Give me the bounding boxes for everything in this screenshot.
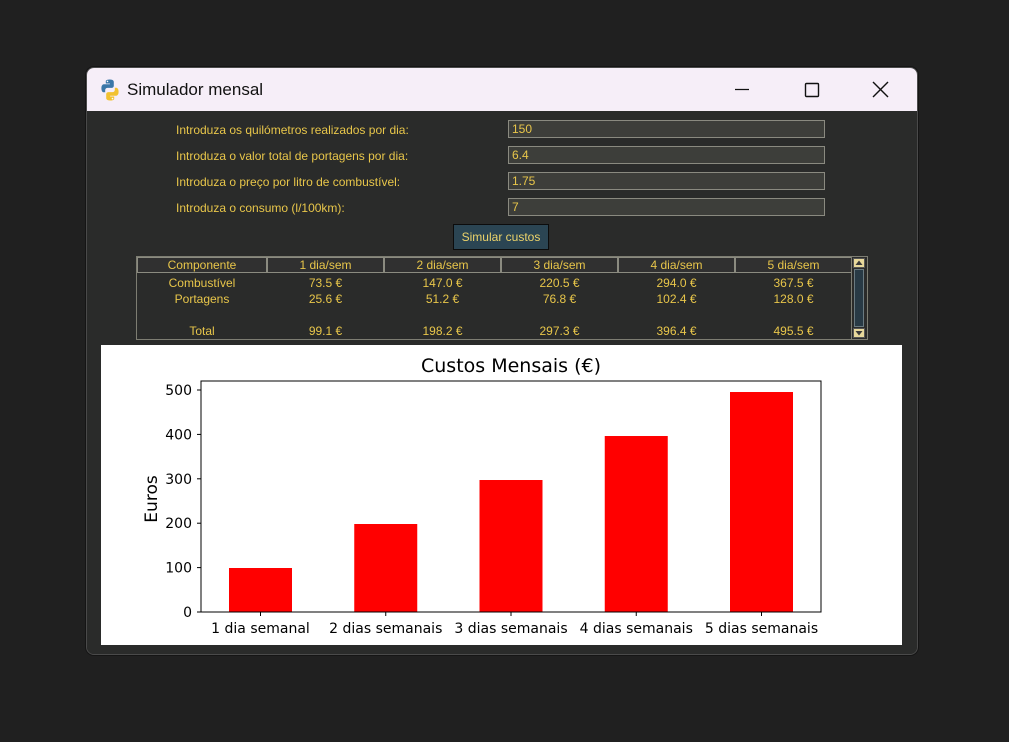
table-cell: 51.2 € xyxy=(425,292,460,306)
header-3-days[interactable]: 3 dia/sem xyxy=(501,257,618,273)
fuel-price-input[interactable]: 1.75 xyxy=(508,172,825,190)
consumption-input[interactable]: 7 xyxy=(508,198,825,216)
table-cell: 396.4 € xyxy=(656,324,697,338)
y-tick-label: 300 xyxy=(165,472,192,488)
table-cell: 367.5 € xyxy=(773,276,814,290)
header-2-days[interactable]: 2 dia/sem xyxy=(384,257,501,273)
table-cell: 25.6 € xyxy=(308,292,343,306)
table-cell: 147.0 € xyxy=(422,276,463,290)
close-button[interactable] xyxy=(847,68,913,111)
x-tick-label: 1 dia semanal xyxy=(211,621,310,637)
x-tick-label: 2 dias semanais xyxy=(329,621,442,637)
chart-panel: Custos Mensais (€) Euros 0 100 200 300 400 50… xyxy=(101,345,902,645)
maximize-button[interactable] xyxy=(779,68,845,111)
content-area: Introduza os quilómetros realizados por … xyxy=(87,112,917,654)
minimize-button[interactable] xyxy=(709,68,775,111)
scroll-down-button[interactable] xyxy=(853,328,865,338)
table-cell: 128.0 € xyxy=(773,292,814,306)
y-tick-label: 0 xyxy=(183,605,192,621)
scroll-thumb[interactable] xyxy=(854,269,864,327)
table-cell: 495.5 € xyxy=(773,324,814,338)
maximize-icon xyxy=(804,82,820,98)
tolls-input[interactable]: 6.4 xyxy=(508,146,825,164)
title-bar[interactable]: Simulador mensal xyxy=(87,68,917,111)
consumption-label: Introduza o consumo (l/100km): xyxy=(176,201,345,215)
x-tick-label: 3 dias semanais xyxy=(454,621,567,637)
bars-group xyxy=(229,392,793,612)
table-cell: 99.1 € xyxy=(308,324,343,338)
y-axis-label: Euros xyxy=(142,475,162,523)
bar-4 xyxy=(604,436,668,612)
km-input[interactable]: 150 xyxy=(508,120,825,138)
scroll-down-icon xyxy=(855,331,863,336)
minimize-icon xyxy=(735,88,749,91)
km-label: Introduza os quilómetros realizados por … xyxy=(176,123,409,137)
x-axis: 1 dia semanal 2 dias semanais 3 dias seman… xyxy=(211,612,818,637)
x-tick-label: 5 dias semanais xyxy=(705,621,818,637)
y-axis: 0 100 200 300 400 500 xyxy=(165,383,201,621)
monthly-costs-chart: Custos Mensais (€) Euros 0 100 200 300 400 50… xyxy=(142,355,822,637)
table-header: Componente 1 dia/sem 2 dia/sem 3 dia/sem… xyxy=(137,257,852,273)
table-cell: 76.8 € xyxy=(542,292,577,306)
table-cell: 294.0 € xyxy=(656,276,697,290)
table-cell: Total xyxy=(189,324,215,338)
y-tick-label: 100 xyxy=(165,561,192,577)
y-tick-label: 400 xyxy=(165,427,192,443)
table-scrollbar[interactable] xyxy=(851,257,867,339)
table-cell: 102.4 € xyxy=(656,292,697,306)
simulator-window: Simulador mensal Introduza os quilómetro… xyxy=(86,67,918,655)
scroll-up-button[interactable] xyxy=(853,258,865,268)
bar-2 xyxy=(354,524,418,612)
y-tick-label: 500 xyxy=(165,383,192,399)
table-cell: 297.3 € xyxy=(539,324,580,338)
table-cell: Combustível xyxy=(168,276,236,290)
tolls-label: Introduza o valor total de portagens por… xyxy=(176,149,409,163)
scroll-up-icon xyxy=(855,260,863,265)
table-cell: 220.5 € xyxy=(539,276,580,290)
bar-3 xyxy=(479,480,543,612)
table-cell: 198.2 € xyxy=(422,324,463,338)
header-1-day[interactable]: 1 dia/sem xyxy=(267,257,384,273)
y-tick-label: 200 xyxy=(165,516,192,532)
table-cell: Portagens xyxy=(174,292,230,306)
header-5-days[interactable]: 5 dia/sem xyxy=(735,257,852,273)
header-4-days[interactable]: 4 dia/sem xyxy=(618,257,735,273)
results-table: Componente 1 dia/sem 2 dia/sem 3 dia/sem… xyxy=(136,256,868,340)
python-app-icon xyxy=(98,78,122,102)
x-tick-label: 4 dias semanais xyxy=(580,621,693,637)
header-component[interactable]: Componente xyxy=(137,257,267,273)
fuel-price-label: Introduza o preço por litro de combustív… xyxy=(176,175,401,189)
bar-5 xyxy=(730,392,793,612)
table-cell: 73.5 € xyxy=(308,276,343,290)
bar-1 xyxy=(229,568,292,612)
window-title: Simulador mensal xyxy=(127,80,264,99)
close-icon xyxy=(872,81,889,98)
simulate-button[interactable]: Simular custos xyxy=(453,224,549,250)
chart-title: Custos Mensais (€) xyxy=(421,355,601,377)
